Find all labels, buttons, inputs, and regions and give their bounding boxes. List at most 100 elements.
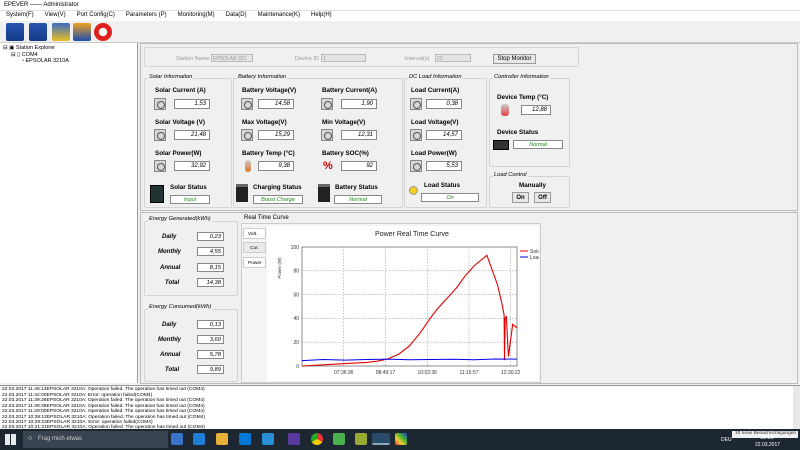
log-entry: 22.03.2017 10:38:12EPSOLAR 3210A: Operat… (2, 414, 205, 420)
solar-status-label: Solar Status (170, 184, 207, 191)
clock-date[interactable]: 22.03.2017 (755, 442, 780, 448)
station-explorer-tree: ⊟ ▣ Station Explorer ⊟ ▯ COM4 ▫ EPSOLAR … (0, 43, 138, 383)
meter-icon (241, 129, 253, 141)
log-entry: 22.03.2017 11:29:00EPSOLAR 3210A: Operat… (2, 409, 205, 414)
tree-root[interactable]: ⊟ ▣ Station Explorer (3, 45, 55, 51)
store-icon[interactable] (239, 433, 251, 445)
app-icon[interactable] (288, 433, 300, 445)
y-tick-label: 60 (293, 292, 299, 298)
chrome-icon[interactable] (311, 433, 323, 445)
battery-status-value: Normal (334, 195, 382, 204)
chart-title: Power Real Time Curve (375, 231, 449, 238)
log-entry: 22.03.2017 11:39:26EPSOLAR 3210A: Operat… (2, 398, 205, 403)
tab-power[interactable]: Power (243, 257, 266, 268)
energy-consumed-title: Energy Consumed(kWh) (148, 304, 213, 310)
load-off-button[interactable]: Off (534, 192, 551, 203)
device-temp-value: 12,88 (521, 105, 551, 115)
con-daily-value: 0,13 (197, 320, 224, 329)
epever-app-icon[interactable] (372, 433, 390, 445)
controller-icon (493, 140, 509, 150)
windows-start-icon[interactable] (5, 434, 16, 445)
load-on-button[interactable]: On (512, 192, 529, 203)
power-icon[interactable] (94, 23, 112, 41)
charging-status-label: Charging Status (253, 184, 302, 191)
solar-panel-icon (150, 185, 164, 203)
tree-device[interactable]: ▫ EPSOLAR 3210A (22, 58, 69, 64)
menu-help[interactable]: Help(H) (305, 11, 337, 18)
controller-group-title: Controller Information (493, 74, 550, 80)
menu-port-config[interactable]: Port Config(C) (71, 11, 120, 18)
load-status-label: Load Status (424, 182, 461, 189)
window-title: EPEVER —— Administrator (4, 2, 79, 8)
battery-temp-label: Battery Temp (°C) (242, 150, 295, 157)
event-log: 22.03.2017 11:48:13EPSOLAR 3210A: Operat… (0, 385, 800, 430)
meter-icon (321, 98, 333, 110)
battery-voltage-label: Battery Voltage(V) (242, 87, 297, 94)
device-id-field[interactable]: 1 (321, 54, 366, 62)
x-tick-label: 12:30:22 (501, 370, 521, 376)
gen-total-label: Total (165, 280, 180, 286)
menu-system[interactable]: System(F) (0, 11, 39, 18)
meter-icon (154, 98, 166, 110)
load-control-title: Load Control (493, 172, 528, 178)
log-entry: 22.03.2017 11:48:13EPSOLAR 3210A: Operat… (2, 387, 205, 392)
x-tick-label: 08:49:17 (376, 370, 396, 376)
gen-total-value: 14,38 (197, 278, 224, 287)
plot-frame (301, 246, 518, 367)
menu-parameters[interactable]: Parameters (P) (120, 11, 172, 18)
monitor-panel: Station Name EPSOLAR 321 Device ID 1 Int… (140, 43, 798, 211)
language-indicator[interactable]: DEU (721, 437, 732, 443)
search-box[interactable]: ○ Frag mich etwas (23, 431, 168, 448)
toolbar (0, 21, 800, 43)
meter-icon (410, 129, 422, 141)
battery-group-title: Battery Information (237, 74, 288, 80)
gen-monthly-value: 4,55 (197, 247, 224, 256)
menu-monitoring[interactable]: Monitoring(M) (172, 11, 220, 18)
menu-maintenance[interactable]: Maintenance(K) (252, 11, 305, 18)
app-icon[interactable] (355, 433, 367, 445)
tab-volt[interactable]: Volt. (243, 228, 266, 239)
app-icon[interactable] (395, 433, 407, 445)
y-tick-label: 80 (293, 269, 299, 275)
battery-icon (318, 184, 330, 202)
y-tick-label: 40 (293, 316, 299, 322)
edge-icon[interactable] (193, 433, 205, 445)
con-annual-value: 5,78 (197, 350, 224, 359)
station-name-field[interactable]: EPSOLAR 321 (211, 54, 253, 62)
log-scrollbar[interactable] (793, 386, 800, 430)
log-entry: 22.03.2017 11:42:00EPSOLAR 3210A: Error:… (2, 392, 153, 398)
load-voltage-label: Load Voltage(V) (411, 119, 459, 126)
con-daily-label: Daily (162, 322, 177, 328)
clock-time[interactable]: 12:50 (760, 435, 774, 441)
solar-voltage-label: Solar Voltage (V) (155, 119, 205, 126)
menu-data[interactable]: Data(D) (220, 11, 252, 18)
tab-cur[interactable]: Cur. (243, 242, 266, 253)
mail-icon[interactable] (262, 433, 274, 445)
con-monthly-value: 3,60 (197, 335, 224, 344)
meter-icon (410, 160, 422, 172)
menu-view[interactable]: View(V) (39, 11, 71, 18)
con-annual-label: Annual (160, 352, 181, 358)
stop-monitor-button[interactable]: Stop Monitor (493, 54, 536, 64)
explorer-icon[interactable] (216, 433, 228, 445)
solar-array-icon[interactable] (29, 23, 47, 41)
device-id-label: Device ID (295, 56, 319, 62)
x-tick-label: 11:15:57 (459, 370, 478, 376)
interval-label: Interval(s) (405, 56, 430, 62)
solar-panel-icon[interactable] (6, 23, 24, 41)
gen-monthly-label: Monthly (158, 249, 181, 255)
task-view-icon[interactable] (171, 433, 183, 445)
solar-power-value: 32,92 (174, 161, 210, 171)
printer-icon[interactable] (73, 23, 91, 41)
gen-daily-value: 0,23 (197, 232, 224, 241)
app-icon[interactable] (333, 433, 345, 445)
load-power-value: 5,53 (426, 161, 462, 171)
y-tick-label: 20 (293, 340, 299, 346)
interval-field[interactable]: 22 (435, 54, 471, 62)
legend-label: Load (530, 255, 539, 261)
thermometer-icon (245, 160, 251, 172)
thermometer-icon (501, 104, 509, 116)
chart-area: Power Real Time Curve Power (W) 0 20 40 60 8… (267, 226, 542, 381)
settings-icon[interactable] (52, 23, 70, 41)
meter-icon (241, 98, 253, 110)
